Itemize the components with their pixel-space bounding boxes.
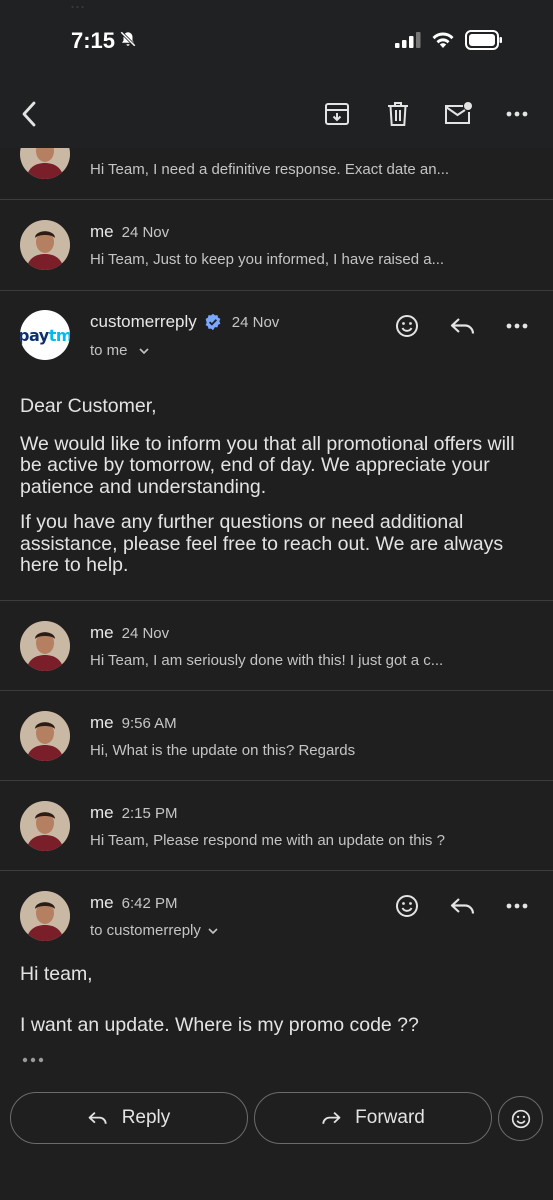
smiley-icon: [396, 315, 418, 337]
sender-name[interactable]: customerreply: [90, 312, 197, 332]
mark-unread-button[interactable]: [442, 98, 474, 130]
message-snippet: Hi Team, Just to keep you informed, I ha…: [90, 251, 445, 268]
battery-icon: [465, 30, 503, 55]
body-paragraph: If you have any further questions or nee…: [20, 511, 504, 576]
mail-unread-icon: [445, 102, 472, 124]
more-horizontal-icon: [506, 111, 528, 117]
recipient-details-toggle[interactable]: to customerreply: [90, 922, 219, 939]
message-more-button[interactable]: [502, 311, 532, 341]
more-horizontal-icon: [506, 903, 528, 909]
expanded-message: paytm customerreply 24 Nov to me Dear Cu…: [0, 290, 553, 601]
collapsed-message[interactable]: me 24 Nov Hi Team, I am seriously done wi…: [0, 600, 553, 691]
message-body: Hi team, I want an update. Where is my p…: [20, 963, 535, 1050]
sender-line: me 6:42 PM: [90, 893, 178, 913]
recipient-label: to me: [90, 342, 128, 359]
cellular-signal-icon: [395, 32, 421, 53]
expanded-message: me 6:42 PM to customerreply Hi team, I wa…: [0, 870, 553, 1086]
reply-label: Reply: [121, 1107, 171, 1128]
greeting: Dear Customer,: [20, 395, 157, 417]
status-time: 7:15: [71, 28, 137, 54]
trash-icon: [388, 102, 408, 126]
sender-line: me 2:15 PM: [90, 803, 178, 823]
silent-bell-icon: [119, 28, 137, 54]
emoji-react-button[interactable]: [392, 891, 422, 921]
message-snippet: Hi, What is the update on this? Regards: [90, 742, 356, 759]
message-date: 2:15 PM: [121, 805, 178, 822]
sender-line: me 9:56 AM: [90, 713, 177, 733]
message-snippet: Hi Team, I need a definitive response. E…: [90, 161, 450, 178]
avatar: [20, 220, 70, 270]
emoji-react-pill-button[interactable]: [498, 1096, 543, 1141]
wifi-icon: [431, 31, 455, 54]
collapsed-message[interactable]: me 24 Nov Hi Team, Just to keep you infor…: [0, 199, 553, 291]
smiley-icon: [396, 895, 418, 917]
more-options-button[interactable]: [502, 98, 532, 130]
body-paragraph: We would like to inform you that all pro…: [20, 432, 515, 498]
collapsed-message[interactable]: me 9:56 AM Hi, What is the update on this…: [0, 690, 553, 781]
sender-line: me 24 Nov: [90, 623, 169, 643]
recipient-label: to customerreply: [90, 922, 201, 939]
chevron-down-icon: [208, 927, 218, 934]
scrolled-under-text: ...: [70, 0, 86, 12]
sender-name: me: [90, 803, 114, 822]
reply-pill-button[interactable]: Reply: [10, 1092, 248, 1144]
show-trimmed-content-button[interactable]: [20, 1053, 46, 1067]
message-snippet: Hi Team, Please respond me with an updat…: [90, 832, 445, 849]
archive-button[interactable]: [322, 98, 352, 130]
sender-name: me: [90, 713, 114, 732]
chevron-down-icon: [138, 347, 149, 354]
avatar: [20, 801, 70, 851]
reply-arrow-icon: [88, 1111, 107, 1124]
archive-icon: [325, 103, 349, 125]
collapsed-message[interactable]: me 2:15 PM Hi Team, Please respond me wit…: [0, 780, 553, 871]
status-time-label: 7:15: [71, 28, 116, 53]
sender-line: me 24 Nov: [90, 222, 169, 242]
message-date: 24 Nov: [121, 625, 170, 642]
delete-button[interactable]: [383, 98, 413, 130]
reply-button[interactable]: [447, 891, 479, 921]
toolbar: [0, 92, 553, 136]
status-icons: [395, 30, 503, 55]
smiley-icon: [511, 1109, 530, 1128]
body-line: Hi team,: [20, 963, 93, 985]
more-horizontal-icon: [22, 1057, 44, 1063]
recipient-details-toggle[interactable]: to me: [90, 342, 150, 359]
avatar: [20, 621, 70, 671]
message-snippet: Hi Team, I am seriously done with this! …: [90, 652, 444, 669]
sender-name[interactable]: me: [90, 893, 114, 912]
sender-line: customerreply 24 Nov: [90, 312, 279, 332]
forward-arrow-icon: [322, 1111, 341, 1124]
avatar: [20, 891, 70, 941]
body-line: I want an update. Where is my promo code…: [20, 1013, 419, 1036]
more-horizontal-icon: [506, 323, 528, 329]
reply-arrow-icon: [450, 318, 475, 334]
top-app-bar: ... 7:15: [0, 0, 553, 148]
forward-label: Forward: [355, 1107, 425, 1128]
sender-name: me: [90, 222, 114, 241]
reply-button[interactable]: [447, 311, 479, 341]
message-more-button[interactable]: [502, 891, 532, 921]
paytm-logo: paytm: [20, 310, 70, 360]
message-body: Dear Customer, We would like to inform y…: [20, 395, 535, 591]
back-arrow-icon: [22, 101, 36, 127]
message-date: 9:56 AM: [121, 715, 177, 732]
message-date: 24 Nov: [231, 313, 280, 331]
avatar: [20, 711, 70, 761]
sender-name: me: [90, 623, 114, 642]
emoji-react-button[interactable]: [392, 311, 422, 341]
back-button[interactable]: [14, 98, 44, 130]
reply-arrow-icon: [450, 898, 475, 914]
message-date: 24 Nov: [121, 224, 170, 241]
forward-pill-button[interactable]: Forward: [254, 1092, 492, 1144]
message-date: 6:42 PM: [121, 895, 178, 912]
verified-badge-icon: [204, 313, 222, 331]
